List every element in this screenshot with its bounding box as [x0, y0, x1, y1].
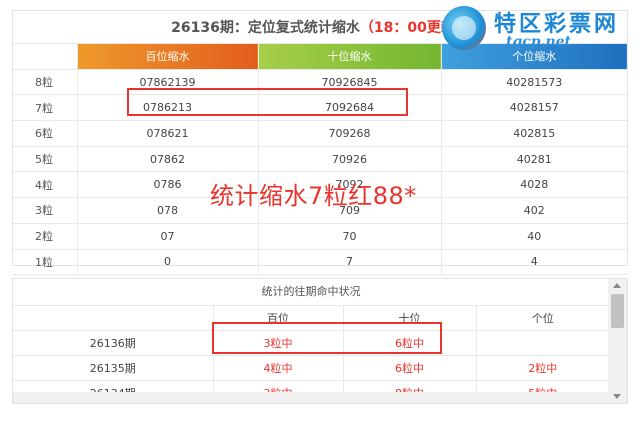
table-row: 2粒 07 70 40 [13, 223, 627, 250]
history-bai: 4粒中 [213, 355, 344, 381]
cell-bai: 07 [77, 223, 259, 250]
history-period: 26136期 [13, 330, 214, 356]
table-row: 5粒 07862 70926 40281 [13, 146, 627, 173]
row-label: 1粒 [13, 249, 78, 276]
highlight-box-7 [127, 88, 408, 116]
scroll-up-icon[interactable] [613, 283, 621, 288]
row-label: 3粒 [13, 197, 78, 224]
row-label: 7粒 [13, 94, 78, 122]
header-shi: 十位缩水 [258, 44, 442, 70]
row-label: 2粒 [13, 223, 78, 250]
table-row: 6粒 078621 709268 402815 [13, 120, 627, 147]
shrink-table: 百位缩水 十位缩水 个位缩水 8粒 07862139 70926845 4028157… [13, 44, 627, 276]
row-label: 5粒 [13, 146, 78, 173]
cell-ge: 402815 [441, 120, 627, 147]
cell-bai: 0 [77, 249, 259, 276]
history-header-ge: 个位 [476, 306, 609, 331]
row-label: 8粒 [13, 69, 78, 96]
cell-ge: 4 [441, 249, 627, 276]
overlay-annotation: 统计缩水7粒红88* [210, 182, 417, 210]
header-bai: 百位缩水 [77, 44, 259, 70]
cell-ge: 4028 [441, 171, 627, 199]
history-row: 26135期 4粒中 6粒中 2粒中 [13, 355, 609, 381]
logo-icon [442, 6, 486, 50]
header-corner [13, 44, 78, 70]
vertical-scrollbar[interactable] [608, 279, 627, 403]
history-ge: 2粒中 [476, 355, 609, 381]
row-label: 6粒 [13, 120, 78, 147]
cell-ge: 40281573 [441, 69, 627, 96]
highlight-box-latest [212, 322, 442, 354]
row-label: 4粒 [13, 171, 78, 199]
title-main: 26136期：定位复式统计缩水 [171, 20, 360, 36]
cell-shi: 709268 [258, 120, 442, 147]
cell-ge: 402 [441, 197, 627, 224]
history-shi: 6粒中 [343, 355, 477, 381]
logo-domain: tqcp.net [506, 34, 571, 50]
cell-bai: 07862 [77, 146, 259, 173]
scroll-thumb[interactable] [611, 294, 624, 328]
cell-bai: 078621 [77, 120, 259, 147]
cell-shi: 70926 [258, 146, 442, 173]
history-ge [476, 330, 609, 356]
scroll-down-icon[interactable] [613, 394, 621, 399]
site-logo[interactable]: 特区彩票网 tqcp.net [442, 4, 638, 52]
cell-ge: 4028157 [441, 94, 627, 122]
history-table: 百位 十位 个位 26136期3粒中6粒中26135期4粒中6粒中2粒中2613… [13, 306, 609, 403]
table-row: 1粒 0 7 4 [13, 249, 627, 276]
history-title: 统计的往期命中状况 [13, 279, 609, 306]
cell-shi: 7 [258, 249, 442, 276]
cell-ge: 40 [441, 223, 627, 250]
horizontal-scrollbar[interactable] [13, 392, 608, 403]
cell-shi: 70 [258, 223, 442, 250]
history-header-blank [13, 306, 214, 331]
history-period: 26135期 [13, 355, 214, 381]
cell-ge: 40281 [441, 146, 627, 173]
